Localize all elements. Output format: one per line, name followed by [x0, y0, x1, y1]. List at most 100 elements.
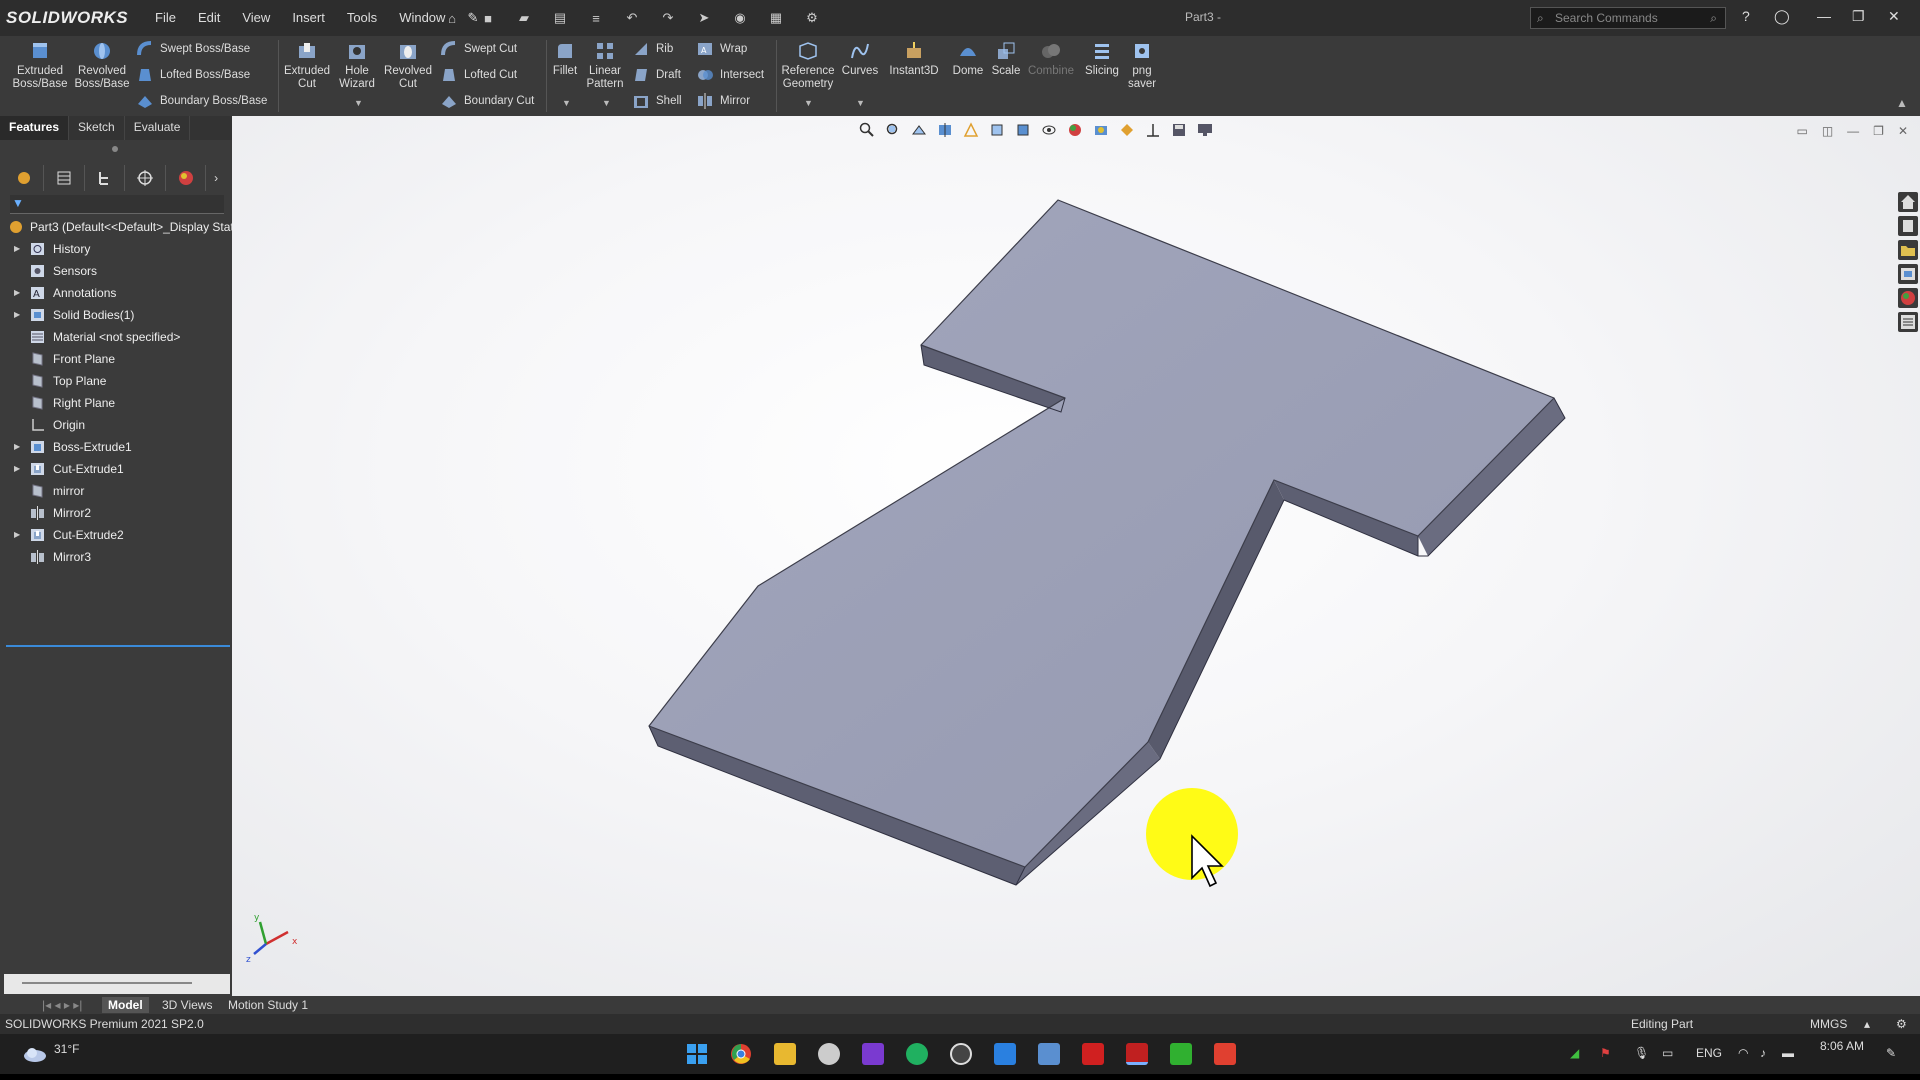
scale-button[interactable]: Scale: [988, 40, 1024, 78]
expand-arrow-icon[interactable]: ▶: [14, 304, 20, 326]
menu-edit[interactable]: Edit: [187, 10, 231, 26]
curves-dropdown-icon[interactable]: ▼: [856, 98, 865, 108]
battery-icon[interactable]: ▬: [1782, 1046, 1794, 1060]
dimxpert-tab-icon[interactable]: [125, 165, 166, 191]
expand-arrow-icon[interactable]: ▶: [14, 436, 20, 458]
new-document-icon[interactable]: ■: [474, 8, 502, 28]
collapse-ribbon-icon[interactable]: ▲: [1896, 96, 1908, 110]
combine-button[interactable]: Combine: [1026, 40, 1076, 78]
reference-geometry-dropdown-icon[interactable]: ▼: [804, 98, 813, 108]
extruded-boss-button[interactable]: Extruded Boss/Base: [10, 40, 70, 91]
linear-pattern-dropdown-icon[interactable]: ▼: [602, 98, 611, 108]
revolved-boss-button[interactable]: Revolved Boss/Base: [72, 40, 132, 91]
swept-boss-button[interactable]: Swept Boss/Base: [136, 40, 250, 58]
weather-temperature[interactable]: 31°F: [54, 1042, 79, 1056]
rebuild-icon[interactable]: ◉: [726, 8, 754, 28]
weather-icon[interactable]: [22, 1044, 48, 1064]
language-indicator[interactable]: ENG: [1696, 1046, 1722, 1060]
chrome-icon[interactable]: [730, 1043, 752, 1065]
fillet-dropdown-icon[interactable]: ▼: [562, 98, 571, 108]
nvidia-tray-icon[interactable]: ◢: [1570, 1046, 1579, 1060]
menu-file[interactable]: File: [144, 10, 187, 26]
fillet-button[interactable]: Fillet: [548, 40, 582, 78]
lofted-boss-button[interactable]: Lofted Boss/Base: [136, 66, 250, 84]
tree-item-material[interactable]: Material <not specified>: [0, 326, 232, 348]
boundary-boss-button[interactable]: Boundary Boss/Base: [136, 92, 267, 110]
notifications-icon[interactable]: ✎: [1886, 1046, 1896, 1060]
tree-item-mirror-plane[interactable]: mirror: [0, 480, 232, 502]
draft-button[interactable]: Draft: [632, 66, 681, 84]
feature-manager-tab-icon[interactable]: [4, 165, 45, 191]
hole-wizard-button[interactable]: Hole Wizard: [330, 40, 384, 91]
search-go-icon[interactable]: ⌕: [1710, 11, 1717, 26]
dome-button[interactable]: Dome: [950, 40, 986, 78]
part-model-3d[interactable]: 1 x y z: [232, 116, 1920, 996]
tree-item-annotations[interactable]: ▶ A Annotations: [0, 282, 232, 304]
tree-item-origin[interactable]: Origin: [0, 414, 232, 436]
clock-app-icon[interactable]: [818, 1043, 840, 1065]
instant3d-button[interactable]: Instant3D: [886, 40, 942, 78]
search-commands-input[interactable]: ⌕ Search Commands ⌕: [1530, 7, 1726, 29]
feature-filter-input[interactable]: ▼: [10, 195, 224, 214]
display-manager-tab-icon[interactable]: [166, 165, 207, 191]
status-settings-icon[interactable]: ⚙: [1896, 1017, 1907, 1031]
panel-horizontal-scrollbar[interactable]: [4, 974, 230, 994]
units-dropdown-icon[interactable]: ▴: [1864, 1017, 1870, 1031]
expand-arrow-icon[interactable]: ▶: [14, 282, 20, 304]
minimize-icon[interactable]: —: [1817, 8, 1831, 24]
task-app-icon[interactable]: [906, 1043, 928, 1065]
model-top-face[interactable]: [648, 199, 1555, 868]
design-library-icon[interactable]: [1898, 216, 1918, 236]
reference-geometry-button[interactable]: Reference Geometry: [778, 40, 838, 91]
undo-icon[interactable]: ↶: [618, 8, 646, 28]
calculator-icon[interactable]: [1038, 1043, 1060, 1065]
custom-properties-icon[interactable]: [1898, 312, 1918, 332]
tray-app-icon[interactable]: ⚑: [1600, 1046, 1611, 1060]
options-icon[interactable]: ⚙: [798, 8, 826, 28]
tree-item-history[interactable]: ▶ History: [0, 238, 232, 260]
rollback-bar[interactable]: [6, 645, 230, 647]
scrollbar-thumb[interactable]: [22, 982, 192, 984]
solidworks-resources-icon[interactable]: [1898, 192, 1918, 212]
swept-cut-button[interactable]: Swept Cut: [440, 40, 517, 58]
revolved-cut-button[interactable]: Revolved Cut: [380, 40, 436, 91]
clock-time[interactable]: 8:06 AM: [1820, 1039, 1864, 1053]
tree-root-part[interactable]: Part3 (Default<<Default>_Display State: [0, 216, 232, 238]
visual-studio-icon[interactable]: [862, 1043, 884, 1065]
tab-3d-views[interactable]: 3D Views: [156, 997, 218, 1013]
green-app-icon[interactable]: [1170, 1043, 1192, 1065]
boundary-cut-button[interactable]: Boundary Cut: [440, 92, 534, 110]
configuration-manager-tab-icon[interactable]: [85, 165, 126, 191]
tab-motion-study[interactable]: Motion Study 1: [222, 997, 314, 1013]
file-explorer-icon[interactable]: [1898, 240, 1918, 260]
tree-item-top-plane[interactable]: Top Plane: [0, 370, 232, 392]
tab-model[interactable]: Model: [102, 997, 149, 1013]
tree-item-right-plane[interactable]: Right Plane: [0, 392, 232, 414]
tree-item-sensors[interactable]: Sensors: [0, 260, 232, 282]
home-icon[interactable]: ⌂: [438, 8, 466, 28]
wrap-button[interactable]: A Wrap: [696, 40, 747, 58]
tab-sketch[interactable]: Sketch: [69, 116, 125, 140]
tab-scroll-arrows-icon[interactable]: |◂ ◂ ▸ ▸|: [36, 997, 88, 1013]
display-tray-icon[interactable]: ▭: [1662, 1046, 1673, 1060]
curves-button[interactable]: Curves: [838, 40, 882, 78]
property-manager-tab-icon[interactable]: [44, 165, 85, 191]
save-icon[interactable]: ▤: [546, 8, 574, 28]
user-icon[interactable]: ◯: [1774, 8, 1790, 25]
tree-item-front-plane[interactable]: Front Plane: [0, 348, 232, 370]
panel-more-icon[interactable]: ›: [206, 165, 226, 191]
graphics-area[interactable]: ▭ ◫ — ❐ ✕ 1 x: [232, 116, 1920, 996]
tree-item-solid-bodies[interactable]: ▶ Solid Bodies(1): [0, 304, 232, 326]
solidworks-taskbar-icon[interactable]: [1126, 1043, 1148, 1065]
menu-insert[interactable]: Insert: [281, 10, 336, 26]
select-icon[interactable]: ➤: [690, 8, 718, 28]
rib-button[interactable]: Rib: [632, 40, 673, 58]
print-icon[interactable]: ≡: [582, 8, 610, 28]
appearances-icon[interactable]: [1898, 288, 1918, 308]
extruded-cut-button[interactable]: Extruded Cut: [280, 40, 334, 91]
slicing-button[interactable]: Slicing: [1080, 40, 1124, 78]
mirror-button[interactable]: Mirror: [696, 92, 750, 110]
expand-arrow-icon[interactable]: ▶: [14, 238, 20, 260]
file-explorer-taskbar-icon[interactable]: [774, 1043, 796, 1065]
expand-arrow-icon[interactable]: ▶: [14, 524, 20, 546]
